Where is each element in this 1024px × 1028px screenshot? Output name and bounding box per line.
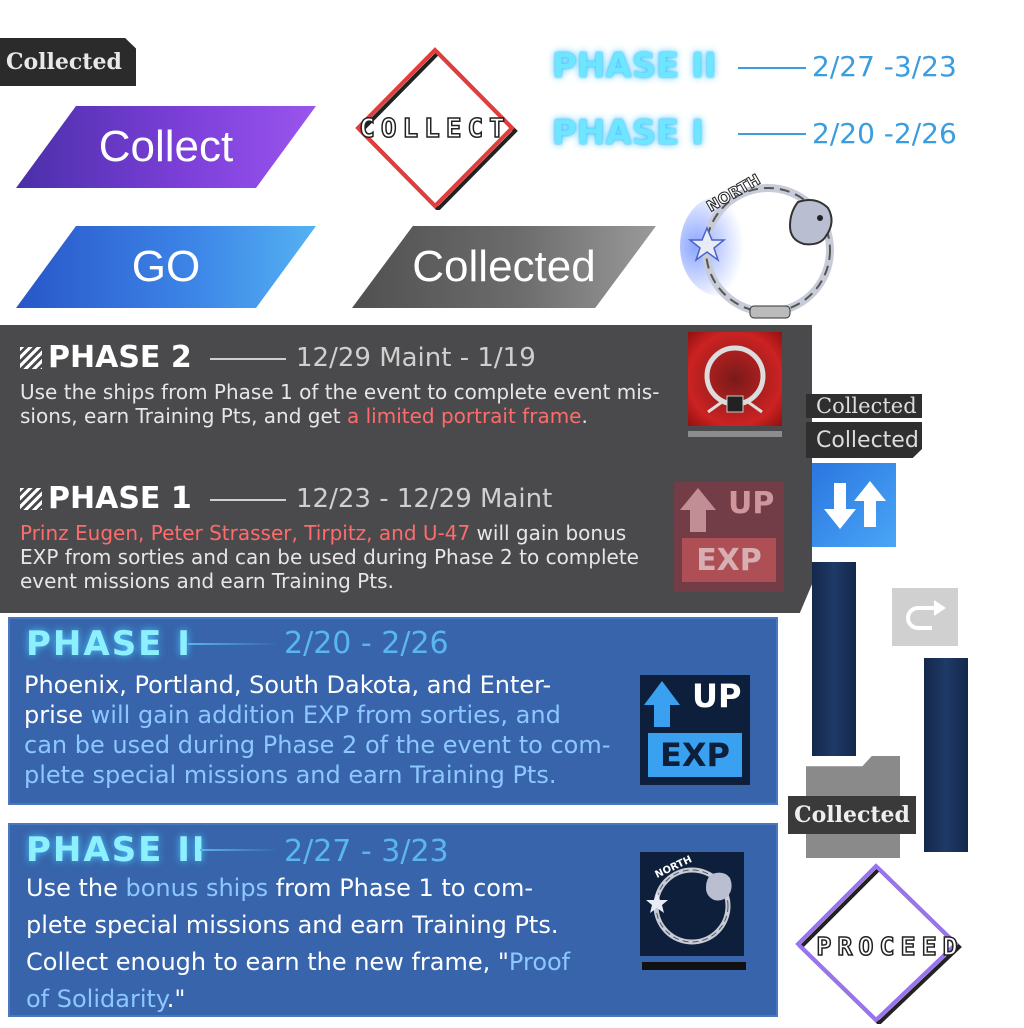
phase-1-description: Prinz Eugen, Peter Strasser, Tirpitz, an… — [20, 521, 639, 593]
collected-tag-small: Collected — [806, 394, 922, 418]
phase-ii-title: PHASE II — [26, 830, 207, 870]
collect-button[interactable]: Collect — [16, 106, 316, 188]
north-emblem: NORTH — [680, 166, 855, 326]
solidarity-frame-icon[interactable]: NORTH — [640, 852, 744, 956]
phase-ii-description: Use the bonus ships from Phase 1 to com-… — [26, 874, 571, 1013]
collected-tag-large: Collected — [788, 796, 916, 834]
title-divider — [200, 849, 278, 851]
legend-phase-2-label: PHASE II — [552, 46, 717, 86]
redo-arrow-icon — [906, 600, 946, 630]
proceed-diamond-button[interactable]: PROCEED — [790, 860, 990, 1026]
collected-button[interactable]: Collected — [352, 226, 656, 308]
swap-arrows-icon — [824, 481, 886, 529]
collected-tag-medium: Collected — [806, 422, 922, 458]
title-divider — [210, 499, 286, 501]
frame-underline — [642, 962, 746, 970]
exp-up-icon-dark: UP EXP — [674, 482, 784, 592]
phase-1-date: 12/23 - 12/29 Maint — [296, 484, 553, 514]
exp-label: EXP — [648, 733, 742, 777]
reward-underline — [688, 431, 782, 437]
portrait-frame-reward-icon[interactable] — [688, 332, 782, 426]
legend-phase-2-date: 2/27 -3/23 — [812, 50, 957, 83]
bear-chain-ring-icon — [646, 867, 732, 945]
legend-phase-1-label: PHASE I — [552, 113, 704, 153]
phase-2-description: Use the ships from Phase 1 of the event … — [20, 380, 660, 428]
return-button[interactable] — [892, 588, 958, 646]
exp-up-text: UP — [728, 486, 775, 521]
iron-cross-frame-icon — [704, 345, 766, 414]
legend-phase-1-date: 2/20 -2/26 — [812, 117, 957, 150]
legend-line — [738, 67, 806, 69]
proceed-diamond-label: PROCEED — [816, 931, 964, 962]
title-divider — [210, 358, 286, 360]
phase-2-date: 12/29 Maint - 1/19 — [296, 343, 536, 373]
title-divider — [188, 643, 278, 645]
exp-up-icon-blue: UP EXP — [640, 675, 750, 785]
swap-button[interactable] — [812, 463, 896, 547]
phase-ii-date: 2/27 - 3/23 — [284, 834, 449, 869]
bear-chain-ring-icon — [680, 184, 834, 319]
phase-i-description: Phoenix, Portland, South Dakota, and Ent… — [24, 671, 611, 789]
scroll-bar-right[interactable] — [924, 658, 968, 852]
scroll-bar-left[interactable] — [812, 562, 856, 756]
phase-1-title: PHASE 1 — [48, 481, 192, 516]
hatch-icon — [20, 347, 42, 369]
hatch-icon — [20, 488, 42, 510]
exp-label: EXP — [682, 538, 776, 582]
collect-diamond-label: COLLECT — [358, 113, 511, 145]
phase-2-title: PHASE 2 — [48, 340, 192, 375]
phase-i-date: 2/20 - 2/26 — [284, 626, 449, 661]
exp-up-text: UP — [692, 677, 742, 715]
go-button[interactable]: GO — [16, 226, 316, 308]
legend-line — [738, 133, 806, 135]
collected-tag: Collected — [0, 38, 136, 86]
collect-diamond-button[interactable]: COLLECT — [340, 44, 530, 212]
phase-i-title: PHASE I — [26, 624, 192, 664]
